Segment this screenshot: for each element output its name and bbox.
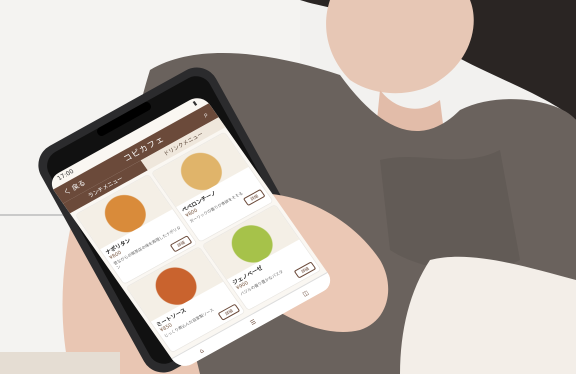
battery-icon: ▮ [191,99,199,108]
divider-line [0,214,70,216]
home-icon[interactable]: ⌂ [198,347,205,355]
photo: 17:00 ▮ く 戻る コピカフェ ⌕ ランチメニュー ドリンクメニュー ナポ… [0,0,576,374]
sleeve-cuff [400,256,576,374]
sweater-shadow [380,150,520,271]
menu-icon[interactable]: ☰ [249,318,258,326]
table [0,352,120,374]
search-icon[interactable]: ⌕ [201,109,211,119]
cart-icon[interactable]: ◫ [301,289,310,298]
